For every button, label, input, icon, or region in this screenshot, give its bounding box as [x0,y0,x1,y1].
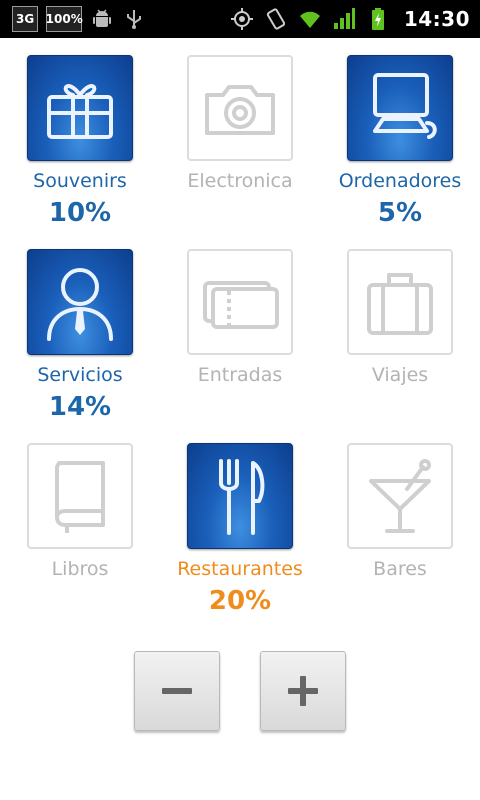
status-time: 14:30 [403,7,470,31]
category-tile[interactable] [347,55,453,161]
status-bar: 3G 100% 14:30 [0,0,480,38]
usb-icon [127,10,142,29]
zoom-out-button[interactable] [134,651,220,731]
category-percent: 20% [208,586,272,616]
category-label: Servicios [37,364,123,386]
category-libros[interactable]: Libros [0,440,160,634]
wifi-icon [299,11,320,28]
plus-icon [288,676,318,706]
category-label: Viajes [371,364,429,386]
vibrate-icon [266,8,285,30]
category-ordenadores[interactable]: Ordenadores 5% [320,52,480,246]
category-entradas[interactable]: Entradas [160,246,320,440]
category-label: Entradas [197,364,283,386]
category-tile[interactable] [187,249,293,355]
category-souvenirs[interactable]: Souvenirs 10% [0,52,160,246]
battery-label: 100% [45,12,83,26]
network-3g-icon: 3G [12,6,39,32]
category-grid: Souvenirs 10% Electronica Ordenadores 5%… [0,52,480,634]
signal-icon [333,8,355,29]
category-tile[interactable] [27,55,133,161]
book-icon [55,461,105,533]
category-tile[interactable] [187,443,293,549]
category-label: Souvenirs [33,170,127,192]
camera-icon [205,85,275,135]
category-viajes[interactable]: Viajes [320,246,480,440]
category-restaurantes[interactable]: Restaurantes 20% [160,440,320,634]
minus-icon [162,688,192,694]
category-tile[interactable] [347,249,453,355]
category-electronica[interactable]: Electronica [160,52,320,246]
category-tile[interactable] [27,443,133,549]
person-icon [47,268,113,341]
gps-icon [230,8,253,30]
category-percent: 10% [48,198,112,228]
category-tile[interactable] [347,443,453,549]
category-label: Ordenadores [338,170,462,192]
gift-icon [47,84,113,139]
category-percent: 5% [377,198,423,228]
ticket-icon [203,281,279,329]
category-tile[interactable] [187,55,293,161]
network-label: 3G [16,12,35,26]
zoom-in-button[interactable] [260,651,346,731]
category-servicios[interactable]: Servicios 14% [0,246,160,440]
cocktail-icon [369,459,431,533]
category-label: Libros [51,558,109,580]
category-label: Bares [373,558,427,580]
category-bares[interactable]: Bares [320,440,480,634]
android-debug-icon [93,9,112,27]
category-label: Electronica [187,170,293,192]
category-label: Restaurantes [177,558,303,580]
category-tile[interactable] [27,249,133,355]
battery-charging-icon [371,8,384,30]
computer-icon [373,73,437,139]
cutlery-icon [219,459,265,535]
battery-percent-icon: 100% [45,6,83,32]
category-percent: 14% [48,392,112,422]
suitcase-icon [367,273,433,335]
